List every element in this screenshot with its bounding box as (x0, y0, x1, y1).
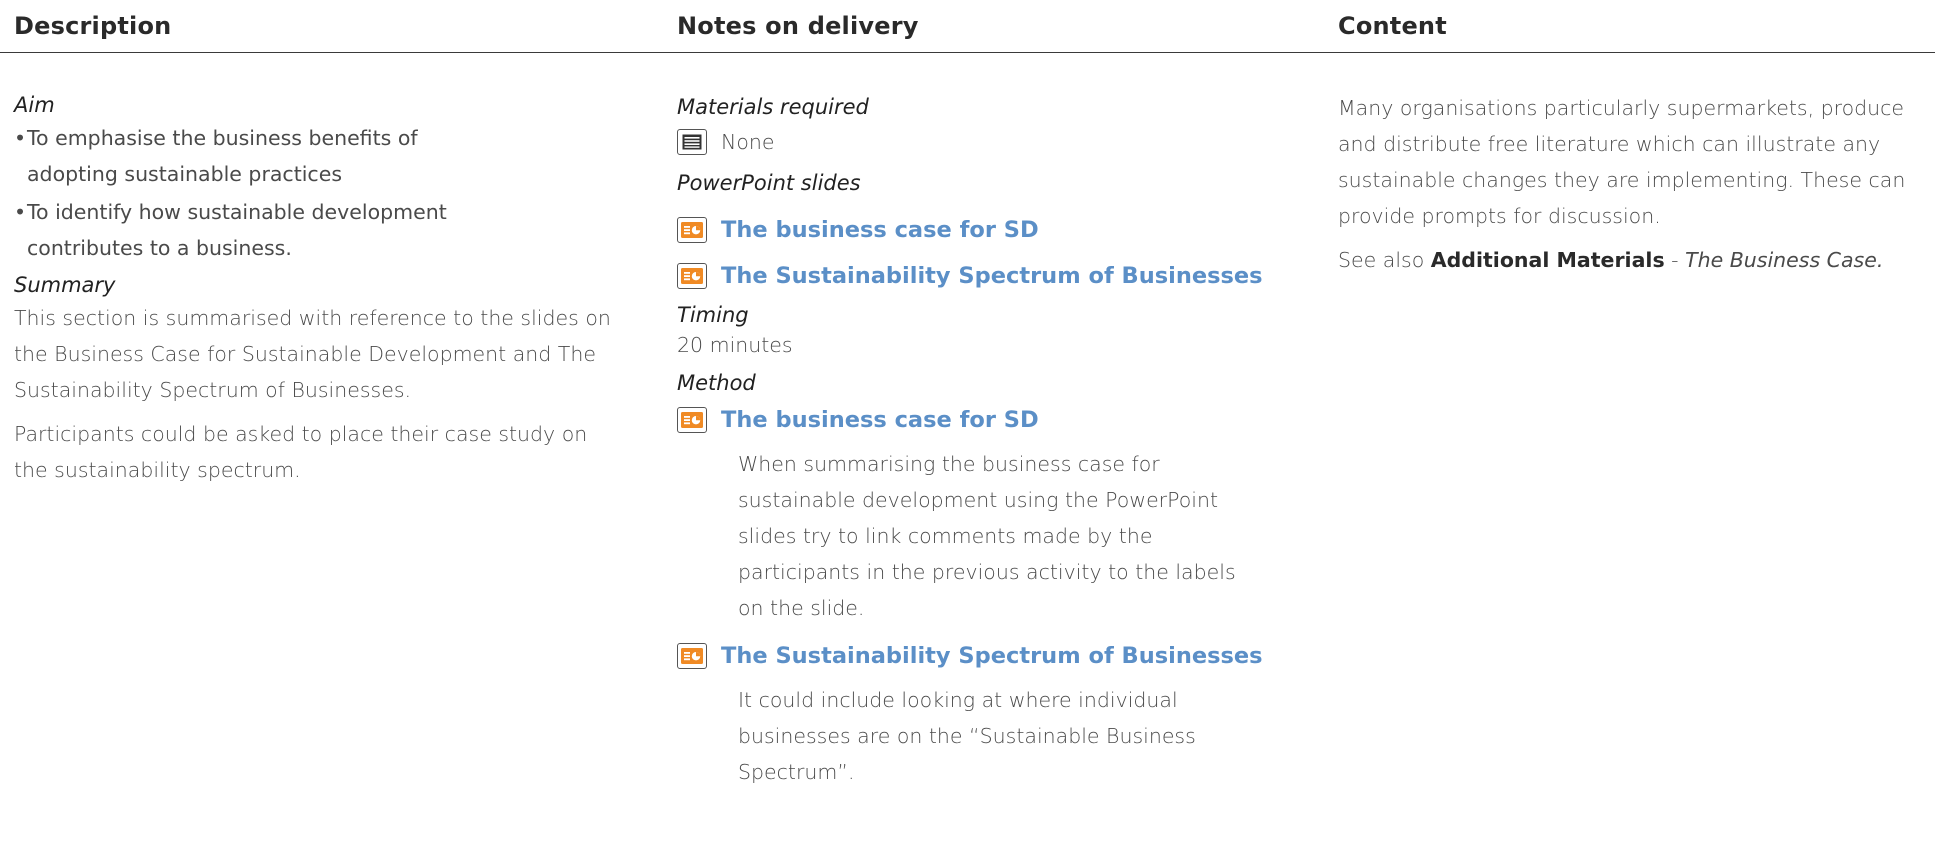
ppt-heading: PowerPoint slides (677, 171, 861, 195)
timing-value: 20 minutes (677, 333, 793, 357)
summary-heading: Summary (14, 273, 116, 297)
timing-heading: Timing (677, 303, 749, 327)
aim-bullet-1: To emphasise the business benefits of ad… (14, 120, 497, 192)
method-slide-link-1[interactable]: The business case for SD (677, 400, 1317, 440)
materials-row: None (677, 124, 1317, 160)
see-also-separator: - (1664, 248, 1686, 272)
table-header-row: Description Notes on delivery Content (0, 0, 1935, 53)
powerpoint-slide-icon (677, 407, 707, 433)
summary-text: This section is summarised with referenc… (14, 306, 611, 402)
header-content: Content (1338, 12, 1447, 40)
document-page: Description Notes on delivery Content Ai… (0, 0, 1935, 842)
ppt-slide-link-1[interactable]: The business case for SD (677, 210, 1317, 250)
powerpoint-slide-icon (677, 217, 707, 243)
content-column: Many organisations particularly supermar… (1338, 90, 1928, 278)
summary-text-2: Participants could be asked to place the… (14, 422, 588, 482)
see-also-line: See also Additional Materials - The Busi… (1338, 242, 1928, 278)
materials-heading: Materials required (677, 95, 869, 119)
document-icon (677, 129, 707, 155)
notes-column: Materials required None PowerPoint slide… (677, 90, 1317, 790)
ppt-slide-link-2-label: The Sustainability Spectrum of Businesse… (721, 263, 1263, 289)
materials-value: None (721, 130, 775, 154)
aim-bullet-2: To identify how sustainable development … (14, 194, 497, 266)
content-paragraph: Many organisations particularly supermar… (1338, 96, 1906, 228)
ppt-slide-link-2[interactable]: The Sustainability Spectrum of Businesse… (677, 256, 1317, 296)
additional-materials-link[interactable]: Additional Materials (1431, 248, 1665, 272)
header-description: Description (14, 12, 172, 40)
method-slide-link-1-label: The business case for SD (721, 407, 1039, 433)
description-column: Aim To emphasise the business benefits o… (14, 90, 634, 488)
method-slide-link-2-label: The Sustainability Spectrum of Businesse… (721, 643, 1263, 669)
method-slide-link-2[interactable]: The Sustainability Spectrum of Businesse… (677, 636, 1317, 676)
business-case-ref: The Business Case. (1685, 248, 1884, 272)
method-text-2: It could include looking at where indivi… (738, 688, 1196, 784)
header-notes-on-delivery: Notes on delivery (677, 12, 919, 40)
powerpoint-slide-icon (677, 263, 707, 289)
powerpoint-slide-icon (677, 643, 707, 669)
ppt-slide-link-1-label: The business case for SD (721, 217, 1039, 243)
method-heading: Method (677, 371, 756, 395)
aim-heading: Aim (14, 93, 55, 117)
method-text-1: When summarising the business case for s… (738, 452, 1236, 620)
see-also-prefix: See also (1338, 248, 1431, 272)
